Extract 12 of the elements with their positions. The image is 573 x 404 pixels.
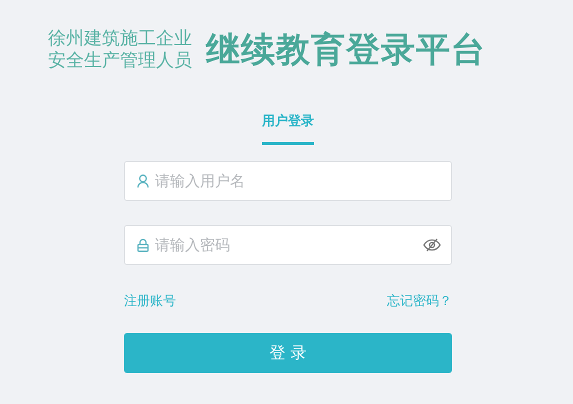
login-tab[interactable]: 用户登录 — [262, 112, 314, 144]
subtitle-line: 徐州建筑施工企业 — [48, 28, 192, 50]
forgot-password-link[interactable]: 忘记密码？ — [387, 292, 452, 311]
subtitle-line: 安全生产管理人员 — [48, 50, 192, 72]
platform-title: 继续教育登录平台 — [206, 29, 486, 72]
lock-icon — [137, 238, 149, 252]
password-field[interactable]: 请输入密码 — [124, 224, 452, 264]
register-link[interactable]: 注册账号 — [124, 292, 176, 311]
hidden-eye-icon[interactable] — [423, 238, 441, 252]
username-field[interactable]: 请输入用户名 — [124, 160, 452, 200]
user-icon — [137, 174, 149, 188]
login-button[interactable]: 登 录 — [124, 333, 452, 373]
